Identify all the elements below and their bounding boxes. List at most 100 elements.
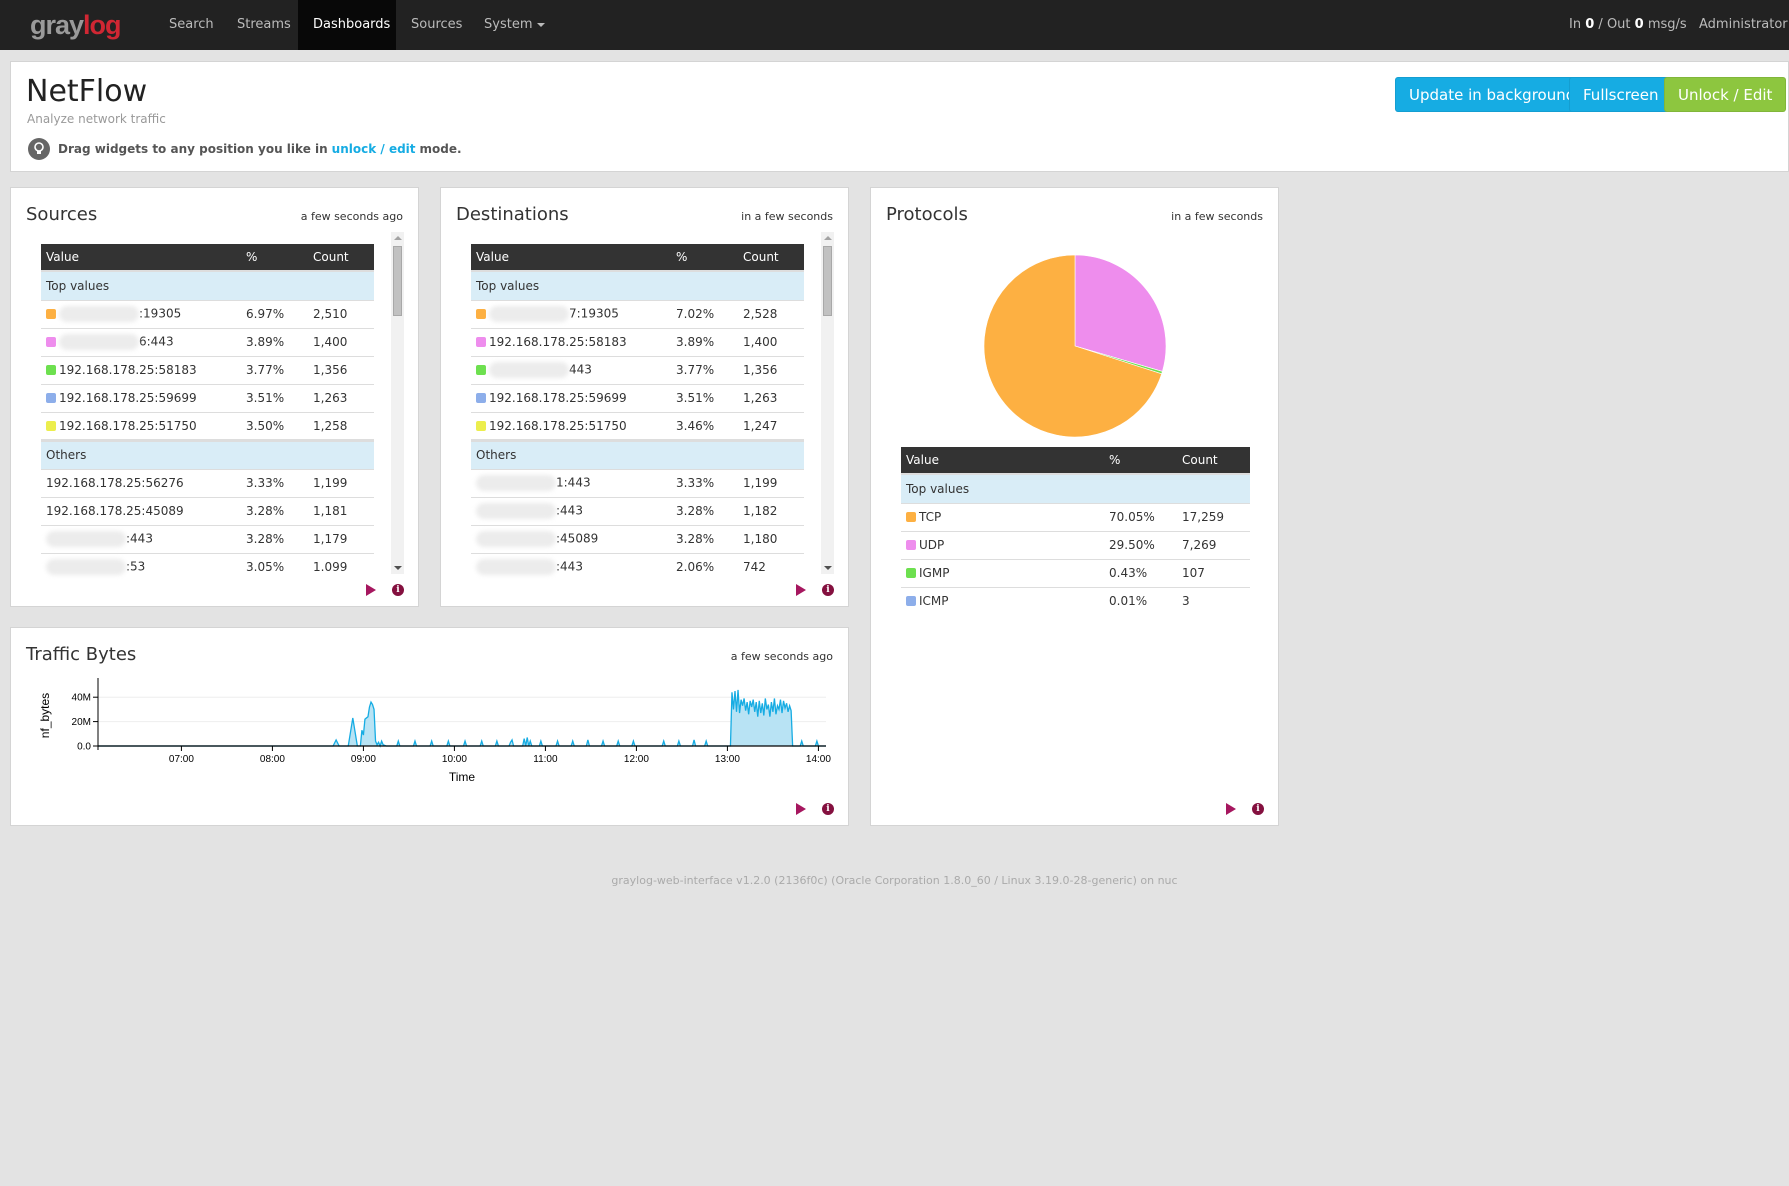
scroll-down-arrow-icon[interactable] xyxy=(824,566,832,570)
info-icon[interactable]: i xyxy=(392,584,404,596)
info-icon[interactable]: i xyxy=(822,584,834,596)
sources-table-body: Top values:19305 6.97% 2,510 6:443 3.89% 1,40… xyxy=(41,271,374,581)
value-text: 7:19305 xyxy=(569,306,619,321)
traffic-bytes-widget[interactable]: Traffic Bytes a few seconds ago 0.0 20M 40… xyxy=(10,627,849,826)
info-icon[interactable]: i xyxy=(1252,803,1264,815)
cell-value: ICMP xyxy=(901,586,1104,615)
color-swatch xyxy=(476,308,486,319)
sources-widget[interactable]: Sources a few seconds ago Value % Count … xyxy=(10,187,419,607)
cell-count: 1,179 xyxy=(308,524,374,553)
nav-system-dropdown[interactable]: System xyxy=(469,0,560,50)
table-row[interactable]: 192.168.178.25:58183 3.89% 1,400 xyxy=(471,327,804,356)
table-row[interactable]: 6:443 3.89% 1,400 xyxy=(41,327,374,356)
widget-footer: i xyxy=(366,584,404,596)
nav-search[interactable]: Search xyxy=(154,0,229,50)
widget-footer: i xyxy=(796,803,834,815)
scroll-thumb[interactable] xyxy=(393,246,402,316)
replay-search-icon[interactable] xyxy=(366,584,376,596)
cell-percent: 3.77% xyxy=(241,355,308,384)
widget-updated-time: a few seconds ago xyxy=(730,650,833,663)
table-row[interactable]: :45089 3.28% 1,180 xyxy=(471,524,804,553)
hint-text-prefix: Drag widgets to any position you like in xyxy=(58,142,328,156)
table-row[interactable]: :443 3.28% 1,179 xyxy=(41,524,374,553)
redacted-value xyxy=(46,559,126,576)
page-description: Analyze network traffic xyxy=(27,112,166,126)
table-row[interactable]: 192.168.178.25:51750 3.50% 1,258 xyxy=(41,411,374,440)
table-row[interactable]: 1:443 3.33% 1,199 xyxy=(471,468,804,497)
sources-scrollbar[interactable] xyxy=(391,232,404,574)
value-text: UDP xyxy=(919,538,945,552)
cell-count: 1,181 xyxy=(308,496,374,525)
table-header-row: Value % Count xyxy=(41,244,374,272)
color-swatch xyxy=(46,365,56,375)
x-tick-label: 13:00 xyxy=(715,754,740,765)
replay-search-icon[interactable] xyxy=(1226,803,1236,815)
table-row[interactable]: TCP 70.05% 17,259 xyxy=(901,502,1250,531)
unlock-edit-button[interactable]: Unlock / Edit xyxy=(1664,77,1787,112)
table-row[interactable]: 192.168.178.25:58183 3.77% 1,356 xyxy=(41,355,374,384)
cell-percent: 7.02% xyxy=(671,299,738,328)
nav-dashboards[interactable]: Dashboards xyxy=(298,0,396,50)
cell-percent: 3.89% xyxy=(671,327,738,356)
cell-percent: 6.97% xyxy=(241,299,308,328)
scroll-up-arrow-icon[interactable] xyxy=(824,236,832,240)
table-row[interactable]: 192.168.178.25:59699 3.51% 1,263 xyxy=(41,383,374,412)
cell-percent: 3.51% xyxy=(241,383,308,412)
nav-sources[interactable]: Sources xyxy=(396,0,477,50)
cell-percent: 70.05% xyxy=(1104,502,1177,531)
unlock-edit-link[interactable]: unlock / edit xyxy=(332,142,416,156)
hint-text-suffix: mode. xyxy=(419,142,462,156)
value-text: 192.168.178.25:51750 xyxy=(59,418,197,433)
destinations-widget[interactable]: Destinations in a few seconds Value % Co… xyxy=(440,187,849,607)
logo-text-red: log xyxy=(83,9,121,40)
update-in-background-button[interactable]: Update in background xyxy=(1395,77,1590,112)
replay-search-icon[interactable] xyxy=(796,584,806,596)
scroll-up-arrow-icon[interactable] xyxy=(394,236,402,240)
color-swatch xyxy=(46,393,56,403)
widget-title: Traffic Bytes xyxy=(26,644,137,665)
table-row[interactable]: UDP 29.50% 7,269 xyxy=(901,530,1250,559)
replay-search-icon[interactable] xyxy=(796,803,806,815)
table-row[interactable]: IGMP 0.43% 107 xyxy=(901,558,1250,587)
cell-count: 1,247 xyxy=(738,411,804,440)
column-header-percent: % xyxy=(241,244,308,272)
user-menu-dropdown[interactable]: Administrator xyxy=(1684,0,1789,77)
table-row[interactable]: :19305 6.97% 2,510 xyxy=(41,299,374,328)
table-row[interactable]: 7:19305 7.02% 2,528 xyxy=(471,299,804,328)
x-tick-label: 14:00 xyxy=(806,754,831,765)
y-tick-label: 0.0 xyxy=(77,742,91,753)
destinations-scrollbar[interactable] xyxy=(821,232,834,574)
graylog-logo[interactable]: gray log xyxy=(30,9,122,40)
update-button-label: Update in background xyxy=(1409,86,1576,104)
cell-value: 192.168.178.25:58183 xyxy=(41,355,241,384)
table-row[interactable]: :443 2.06% 742 xyxy=(471,552,804,581)
column-header-value: Value xyxy=(901,447,1104,475)
redacted-value xyxy=(59,306,139,322)
cell-count: 742 xyxy=(738,552,804,581)
widget-title: Protocols xyxy=(886,204,968,225)
protocols-widget[interactable]: Protocols in a few seconds Value % Count… xyxy=(870,187,1279,826)
x-tick-label: 12:00 xyxy=(624,754,649,765)
y-tick-label: 40M xyxy=(72,693,91,704)
color-swatch xyxy=(46,308,56,319)
cell-value: TCP xyxy=(901,502,1104,531)
table-row[interactable]: 192.168.178.25:56276 3.33% 1,199 xyxy=(41,468,374,497)
scroll-down-arrow-icon[interactable] xyxy=(394,566,402,570)
table-group-row: Others xyxy=(41,438,374,469)
cell-value: 192.168.178.25:45089 xyxy=(41,496,241,525)
cell-count: 7,269 xyxy=(1177,530,1250,559)
table-row[interactable]: ICMP 0.01% 3 xyxy=(901,586,1250,615)
nav-streams[interactable]: Streams xyxy=(222,0,306,50)
value-text: TCP xyxy=(919,510,942,524)
fullscreen-button[interactable]: Fullscreen xyxy=(1569,77,1673,112)
table-row[interactable]: 443 3.77% 1,356 xyxy=(471,355,804,384)
protocols-table-container: Value % Count Top values TCP 70.05% 17,259 U… xyxy=(901,447,1250,615)
info-icon[interactable]: i xyxy=(822,803,834,815)
scroll-thumb[interactable] xyxy=(823,246,832,316)
table-row[interactable]: 192.168.178.25:51750 3.46% 1,247 xyxy=(471,411,804,440)
table-row[interactable]: :53 3.05% 1.099 xyxy=(41,552,374,581)
table-row[interactable]: :443 3.28% 1,182 xyxy=(471,496,804,525)
widget-title: Destinations xyxy=(456,204,569,225)
table-row[interactable]: 192.168.178.25:45089 3.28% 1,181 xyxy=(41,496,374,525)
table-row[interactable]: 192.168.178.25:59699 3.51% 1,263 xyxy=(471,383,804,412)
